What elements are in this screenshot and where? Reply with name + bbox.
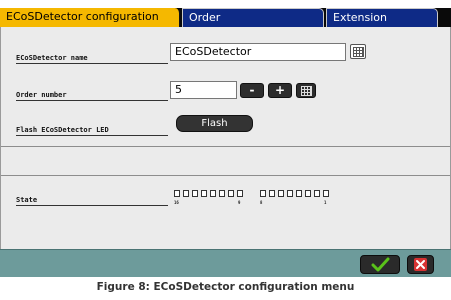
- state-led: [305, 190, 311, 197]
- keyboard-icon[interactable]: [350, 44, 366, 59]
- state-led: [323, 190, 329, 197]
- state-led: [174, 190, 180, 197]
- ecosdetector-name-input[interactable]: ECoSDetector: [170, 43, 346, 61]
- state-led: [183, 190, 189, 197]
- order-number-label: Order number: [16, 91, 168, 101]
- state-led: [219, 190, 225, 197]
- checkmark-icon: [371, 257, 390, 272]
- increment-button[interactable]: +: [268, 83, 292, 98]
- figure-caption: Figure 8: ECoSDetector configuration men…: [96, 281, 355, 293]
- order-number-input[interactable]: 5: [170, 81, 237, 99]
- state-led-number: 9: [238, 200, 241, 205]
- state-led: [296, 190, 302, 197]
- flash-led-label: Flash ECoSDetector LED: [16, 126, 168, 136]
- ok-button[interactable]: [360, 255, 400, 274]
- state-led: [287, 190, 293, 197]
- keyboard-icon[interactable]: [296, 83, 316, 98]
- flash-button[interactable]: Flash: [176, 115, 253, 132]
- tab-extension[interactable]: Extension: [326, 8, 438, 27]
- state-led-number: 1: [324, 200, 327, 205]
- section-divider: [1, 175, 450, 176]
- state-led: [192, 190, 198, 197]
- name-label: ECoSDetector name: [16, 54, 168, 64]
- close-icon: [414, 258, 427, 271]
- state-led: [237, 190, 243, 197]
- state-led: [201, 190, 207, 197]
- state-led: [278, 190, 284, 197]
- state-led: [260, 190, 266, 197]
- cancel-button[interactable]: [407, 255, 434, 274]
- action-bar: [0, 249, 451, 277]
- state-led: [210, 190, 216, 197]
- state-label: State: [16, 196, 168, 206]
- state-led: [314, 190, 320, 197]
- section-divider: [1, 146, 450, 147]
- tab-order[interactable]: Order: [182, 8, 324, 27]
- state-led-number: 8: [260, 200, 263, 205]
- state-led: [269, 190, 275, 197]
- state-led-number: 16: [174, 200, 179, 205]
- tab-bar: ECoSDetector configuration Order Extensi…: [0, 8, 451, 27]
- decrement-button[interactable]: -: [240, 83, 264, 98]
- tab-ecosdetector-configuration[interactable]: ECoSDetector configuration: [0, 8, 180, 27]
- state-led: [228, 190, 234, 197]
